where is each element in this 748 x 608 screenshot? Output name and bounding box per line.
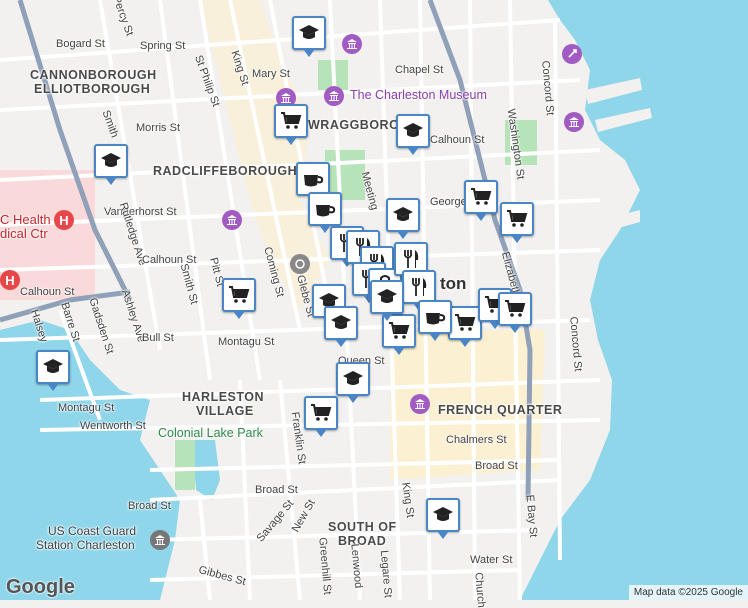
shopping-cart-marker[interactable] [464, 180, 498, 221]
street-label: Broad St [255, 484, 298, 496]
poi-label-coast-guard-1: US Coast Guard [48, 524, 137, 538]
shopping-cart-icon [229, 286, 250, 303]
shopping-cart-icon [455, 314, 476, 331]
museum-icon[interactable] [410, 394, 430, 414]
shopping-cart-marker[interactable] [500, 202, 534, 243]
street-label: Spring St [140, 40, 186, 52]
shopping-cart-icon [281, 112, 302, 129]
shopping-cart-icon [505, 300, 526, 317]
street-label: Water St [470, 554, 513, 566]
graduation-cap-icon [43, 359, 63, 373]
graduation-cap-icon [331, 315, 351, 329]
graduation-cap-marker[interactable] [292, 16, 326, 57]
shopping-cart-icon [389, 322, 410, 339]
fork-knife-marker[interactable] [402, 270, 436, 311]
label-elliotborough: ELLIOTBOROUGH [34, 82, 151, 96]
shopping-cart-marker[interactable] [498, 292, 532, 333]
graduation-cap-icon [377, 289, 397, 303]
graduation-cap-marker[interactable] [386, 198, 420, 239]
shopping-cart-marker[interactable] [448, 306, 482, 347]
museum-icon[interactable] [222, 210, 242, 230]
label-harleston: HARLESTON [182, 390, 265, 404]
label-south-of: SOUTH OF [328, 520, 397, 534]
street-label: Morris St [136, 122, 180, 134]
hospital-icon[interactable]: H [0, 270, 20, 290]
coffee-cup-marker[interactable] [308, 192, 342, 233]
street-label: Montagu St [218, 336, 275, 348]
shopping-cart-marker[interactable] [304, 396, 338, 437]
street-label: Calhoun St [430, 134, 485, 146]
shopping-cart-marker[interactable] [274, 104, 308, 145]
label-wraggboro: WRAGGBORO [308, 118, 400, 132]
street-label: Chalmers St [446, 434, 507, 446]
shopping-cart-icon [507, 210, 528, 227]
coffee-cup-marker[interactable] [296, 162, 330, 203]
graduation-cap-icon [343, 371, 363, 385]
street-label: Wentworth St [80, 420, 146, 432]
coffee-cup-icon [316, 205, 336, 217]
street-label: Bull St [142, 332, 174, 344]
poi-label-coast-guard-2: Station Charleston [36, 538, 135, 552]
graduation-cap-icon [393, 207, 413, 221]
graduation-cap-marker[interactable] [324, 306, 358, 347]
coffee-cup-icon [426, 313, 446, 325]
graduation-cap-marker[interactable] [396, 114, 430, 155]
graduation-cap-marker[interactable] [36, 350, 70, 391]
graduation-cap-marker[interactable] [336, 362, 370, 403]
label-broad: BROAD [338, 534, 387, 548]
government-building-icon[interactable] [150, 530, 170, 550]
graduation-cap-marker[interactable] [370, 280, 404, 321]
street-label: Calhoun St [20, 286, 75, 298]
street-label: Broad St [475, 460, 518, 472]
street-label: Mary St [252, 68, 290, 80]
label-radcliffeborough: RADCLIFFEBOROUGH [153, 164, 298, 178]
street-label: Bogard St [56, 38, 105, 50]
shopping-cart-icon [311, 404, 332, 421]
poi-label-hospital-1: C Health [0, 212, 51, 227]
street-label: Vanderhorst St [104, 206, 177, 218]
museum-icon[interactable] [324, 86, 344, 106]
google-logo: Google [6, 576, 75, 598]
poi-label-colonial-lake: Colonial Lake Park [158, 426, 263, 440]
coffee-cup-marker[interactable] [418, 300, 452, 341]
street-label: Montagu St [58, 402, 115, 414]
map-attribution: Map data ©2025 Google [628, 585, 748, 600]
label-village: VILLAGE [196, 404, 254, 418]
coffee-cup-icon [304, 175, 324, 187]
park-4 [175, 440, 195, 490]
hospital-icon[interactable]: H [54, 210, 74, 230]
street-label: Broad St [128, 500, 171, 512]
museum-icon[interactable] [564, 112, 584, 132]
landmark-icon[interactable] [290, 254, 310, 274]
poi-label-museum: The Charleston Museum [350, 88, 487, 102]
graduation-cap-icon [101, 153, 121, 167]
graduation-cap-icon [403, 123, 423, 137]
shopping-cart-icon [471, 188, 492, 205]
graduation-cap-marker[interactable] [426, 498, 460, 539]
label-cannonborough: CANNONBOROUGH [30, 68, 157, 82]
graduation-cap-marker[interactable] [94, 144, 128, 185]
fork-knife-icon [404, 250, 419, 268]
monument-icon[interactable] [562, 44, 582, 64]
fork-knife-icon [412, 278, 427, 296]
graduation-cap-icon [433, 507, 453, 521]
graduation-cap-icon [299, 25, 319, 39]
shopping-cart-marker[interactable] [222, 278, 256, 319]
street-label: Chapel St [395, 64, 444, 76]
museum-icon[interactable] [342, 34, 362, 54]
label-city: ton [440, 274, 467, 293]
poi-label-hospital-2: dical Ctr [0, 226, 48, 241]
label-french-quarter: FRENCH QUARTER [438, 403, 563, 417]
